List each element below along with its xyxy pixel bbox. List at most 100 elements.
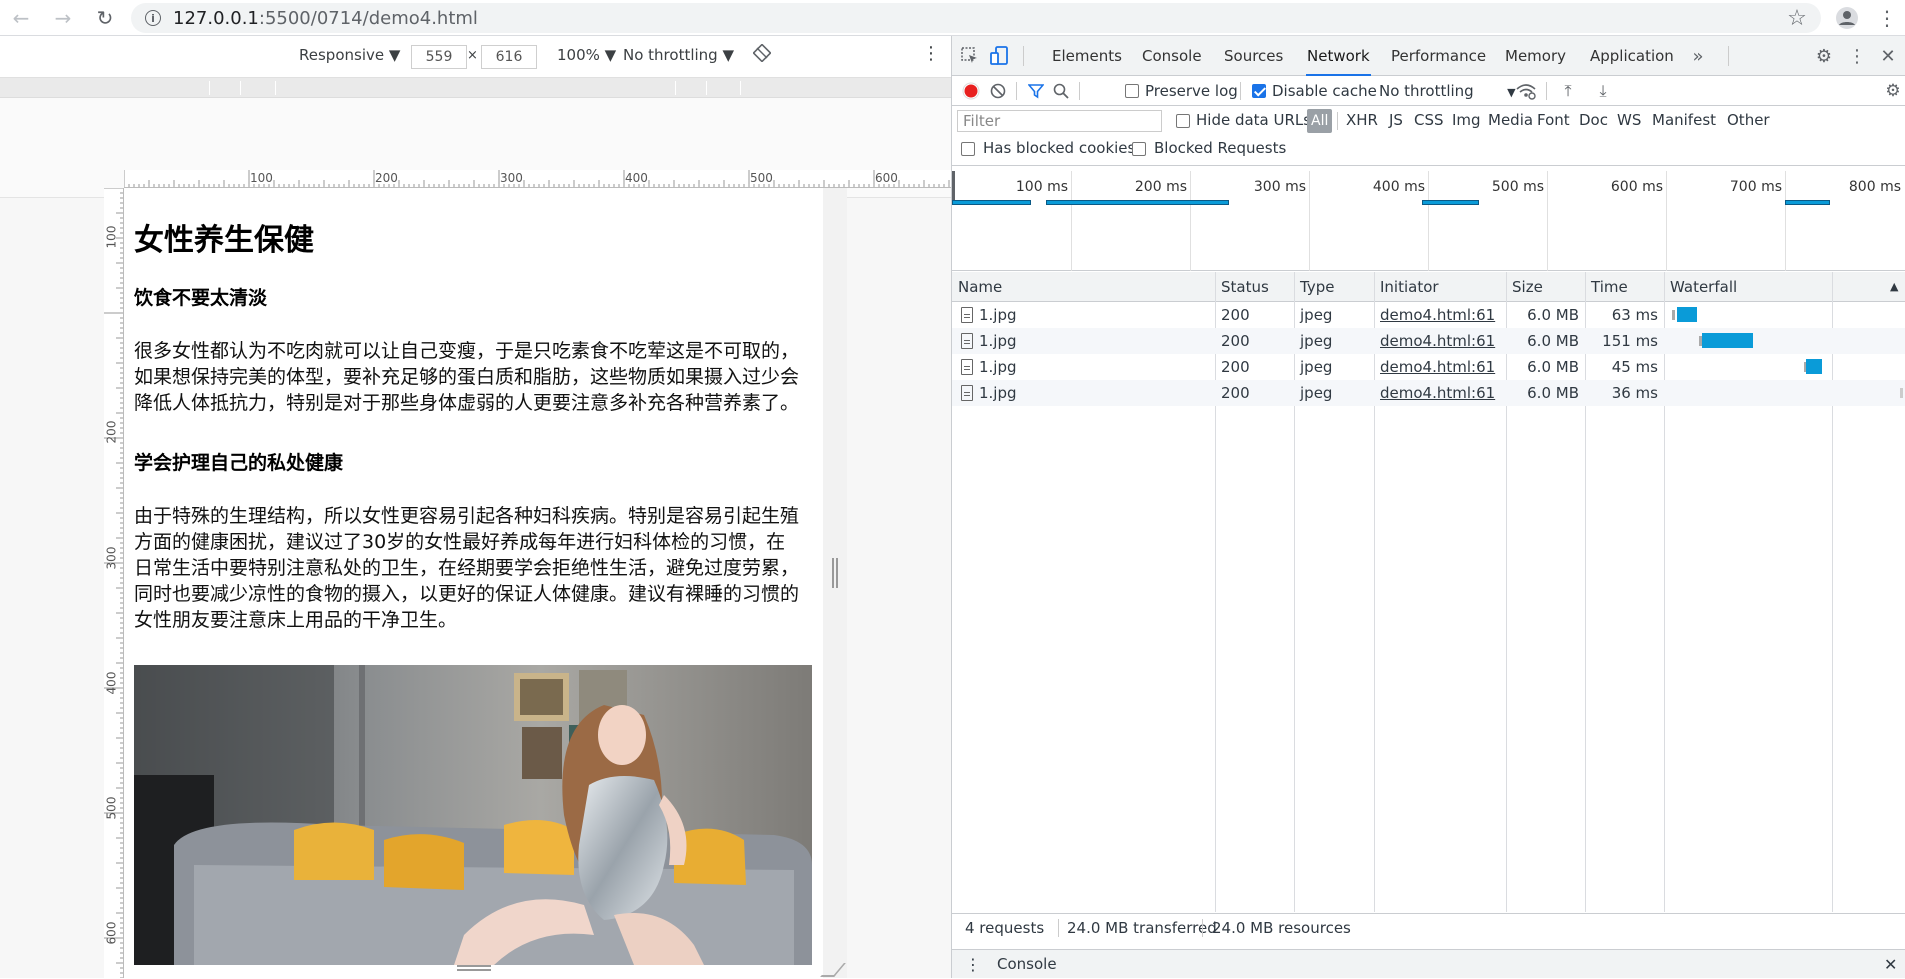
network-settings-icon[interactable]: ⚙: [1884, 81, 1902, 101]
url-host: 127.0.0.1: [173, 7, 259, 29]
address-bar[interactable]: i 127.0.0.1:5500/0714/demo4.html: [131, 3, 1821, 33]
column-header-waterfall[interactable]: Waterfall: [1670, 272, 1737, 302]
table-row[interactable]: 1.jpg 200 jpeg demo4.html:61 6.0 MB 63 m…: [952, 302, 1905, 328]
devtools-menu-icon[interactable]: ⋮: [1847, 46, 1867, 67]
column-header-initiator[interactable]: Initiator: [1380, 272, 1439, 302]
hide-data-urls-checkbox[interactable]: [1176, 114, 1190, 128]
table-row[interactable]: 1.jpg 200 jpeg demo4.html:61 6.0 MB 36 m…: [952, 380, 1905, 406]
console-drawer[interactable]: ⋮ Console ✕: [952, 949, 1905, 978]
export-har-icon[interactable]: ⤓: [1594, 81, 1612, 100]
reload-icon[interactable]: ↻: [92, 5, 118, 31]
network-conditions-icon[interactable]: [1515, 82, 1537, 100]
more-tabs-icon[interactable]: »: [1688, 46, 1708, 67]
tab-application[interactable]: Application: [1590, 36, 1674, 76]
ruler-label: 500: [750, 171, 773, 185]
initiator-link[interactable]: demo4.html:61: [1380, 332, 1495, 350]
request-time: 63 ms: [1611, 306, 1658, 324]
width-input[interactable]: 559: [411, 45, 467, 69]
sort-ascending-icon[interactable]: ▲: [1890, 272, 1898, 302]
section-body: 很多女性都认为不吃肉就可以让自己变瘦，于是只吃素食不吃荤这是不可取的，如果想保持…: [134, 340, 800, 414]
close-icon[interactable]: ✕: [1878, 46, 1898, 67]
media-query-bar[interactable]: [0, 78, 951, 98]
network-overview[interactable]: 100 ms 200 ms 300 ms 400 ms 500 ms 600 m…: [952, 171, 1905, 271]
search-icon[interactable]: [1052, 82, 1070, 100]
device-more-icon[interactable]: ⋮: [922, 43, 940, 64]
column-header-name[interactable]: Name: [958, 272, 1002, 302]
type-filter-ws[interactable]: WS: [1617, 111, 1641, 129]
request-size: 6.0 MB: [1527, 306, 1579, 324]
tab-network[interactable]: Network: [1306, 36, 1371, 76]
summary-requests: 4 requests: [965, 919, 1045, 937]
has-blocked-cookies-checkbox[interactable]: [961, 142, 975, 156]
kebab-menu-icon[interactable]: ⋮: [1874, 5, 1900, 31]
type-filter-all[interactable]: All: [1307, 109, 1333, 133]
inspect-element-icon[interactable]: [960, 46, 980, 66]
column-header-type[interactable]: Type: [1300, 272, 1334, 302]
type-filter-other[interactable]: Other: [1727, 111, 1770, 129]
overview-tick: 600 ms: [1610, 179, 1663, 195]
initiator-link[interactable]: demo4.html:61: [1380, 384, 1495, 402]
url-path: :5500/0714/demo4.html: [258, 7, 478, 29]
type-filter-img[interactable]: Img: [1452, 111, 1481, 129]
height-input[interactable]: 616: [481, 45, 537, 69]
filter-input[interactable]: Filter: [957, 110, 1162, 132]
type-filter-css[interactable]: CSS: [1414, 111, 1444, 129]
column-header-size[interactable]: Size: [1512, 272, 1543, 302]
column-header-status[interactable]: Status: [1221, 272, 1269, 302]
preserve-log-label: Preserve log: [1145, 82, 1238, 100]
filter-icon[interactable]: [1027, 82, 1045, 100]
device-mode-select[interactable]: Responsive ▼: [299, 46, 400, 64]
table-row[interactable]: 1.jpg 200 jpeg demo4.html:61 6.0 MB 151 …: [952, 328, 1905, 354]
waterfall-bar: [1677, 307, 1697, 322]
device-toggle-icon[interactable]: [989, 45, 1011, 67]
type-filter-xhr[interactable]: XHR: [1346, 111, 1378, 129]
ruler-label: 100: [104, 225, 119, 249]
table-row[interactable]: 1.jpg 200 jpeg demo4.html:61 6.0 MB 45 m…: [952, 354, 1905, 380]
request-time: 151 ms: [1602, 332, 1658, 350]
filter-placeholder: Filter: [963, 112, 1001, 130]
settings-gear-icon[interactable]: ⚙: [1814, 46, 1834, 67]
column-header-time[interactable]: Time: [1591, 272, 1628, 302]
drawer-tab-console[interactable]: Console: [997, 950, 1057, 979]
blocked-requests-checkbox[interactable]: [1132, 142, 1146, 156]
request-name: 1.jpg: [979, 306, 1017, 324]
record-icon[interactable]: [962, 82, 980, 100]
request-type: jpeg: [1300, 358, 1333, 376]
tab-elements[interactable]: Elements: [1052, 36, 1122, 76]
tab-performance[interactable]: Performance: [1391, 36, 1486, 76]
back-arrow-icon[interactable]: ←: [8, 5, 34, 31]
rotate-icon[interactable]: [752, 43, 772, 66]
import-har-icon[interactable]: ⤒: [1559, 81, 1577, 100]
tab-console[interactable]: Console: [1142, 36, 1202, 76]
initiator-link[interactable]: demo4.html:61: [1380, 306, 1495, 324]
profile-icon[interactable]: [1834, 5, 1860, 31]
resize-handle-bottom[interactable]: [457, 965, 491, 971]
preserve-log-checkbox[interactable]: [1125, 84, 1139, 98]
throttling-select[interactable]: No throttling ▼: [623, 46, 734, 64]
devtools-panel: Elements Console Sources Network Perform…: [951, 36, 1905, 978]
ruler-label: 300: [104, 546, 119, 570]
request-initiator: demo4.html:61: [1380, 302, 1495, 328]
tab-sources[interactable]: Sources: [1224, 36, 1283, 76]
disable-cache-checkbox[interactable]: [1252, 84, 1266, 98]
type-filter-manifest[interactable]: Manifest: [1652, 111, 1716, 129]
initiator-link[interactable]: demo4.html:61: [1380, 358, 1495, 376]
bookmark-star-icon[interactable]: ☆: [1784, 5, 1810, 31]
type-filter-js[interactable]: JS: [1389, 111, 1403, 129]
forward-arrow-icon[interactable]: →: [50, 5, 76, 31]
info-icon[interactable]: i: [145, 10, 161, 26]
file-icon: [961, 385, 973, 401]
requests-table: Name Status Type Initiator Size Time Wat…: [952, 272, 1905, 912]
type-filter-font[interactable]: Font: [1537, 111, 1570, 129]
resize-handle-right[interactable]: [832, 558, 838, 588]
tab-memory[interactable]: Memory: [1505, 36, 1566, 76]
request-type: jpeg: [1300, 332, 1333, 350]
drawer-menu-icon[interactable]: ⋮: [965, 950, 981, 979]
type-filter-media[interactable]: Media: [1488, 111, 1533, 129]
zoom-select[interactable]: 100% ▼: [557, 46, 616, 64]
drawer-close-icon[interactable]: ✕: [1884, 950, 1897, 979]
network-throttling-select[interactable]: No throttling ▼: [1379, 82, 1516, 100]
type-filter-doc[interactable]: Doc: [1579, 111, 1608, 129]
clear-icon[interactable]: [989, 82, 1007, 100]
overview-bar: [952, 200, 1031, 205]
